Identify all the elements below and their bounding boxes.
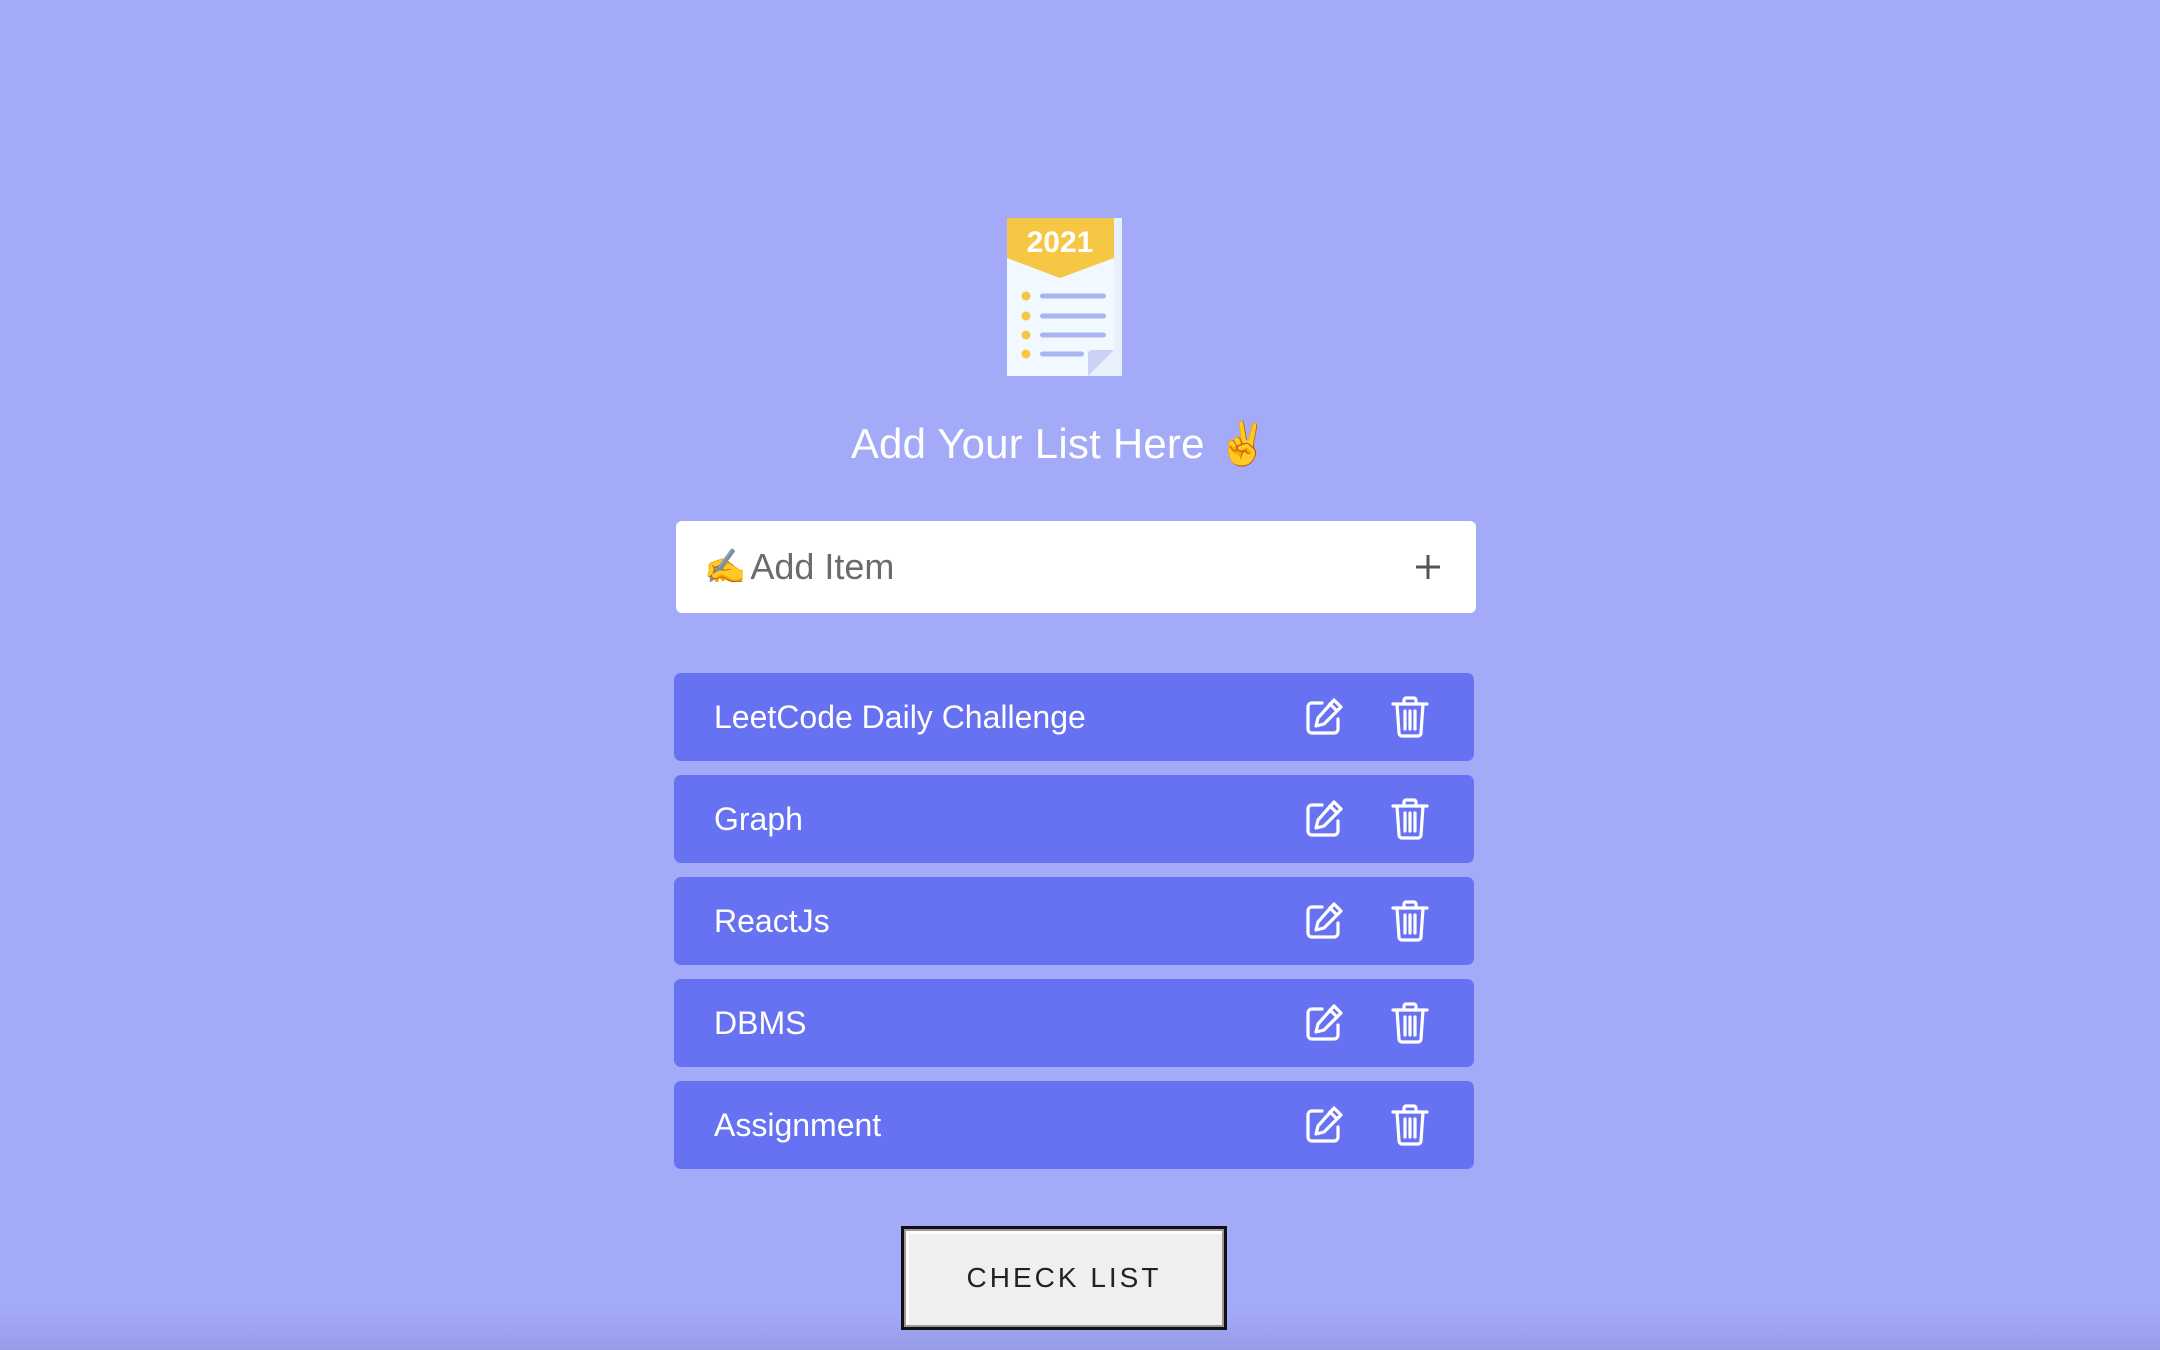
edit-icon	[1306, 902, 1343, 939]
list-item: LeetCode Daily Challenge	[674, 673, 1474, 761]
list-item-label: LeetCode Daily Challenge	[714, 698, 1086, 735]
edit-button[interactable]	[1296, 995, 1352, 1051]
plus-icon	[1416, 555, 1440, 579]
list-item: DBMS	[674, 979, 1474, 1067]
trash-icon	[1391, 900, 1429, 942]
edit-icon	[1306, 1106, 1343, 1143]
list-item-label: Assignment	[714, 1106, 882, 1143]
list-item: ReactJs	[674, 877, 1474, 965]
add-item-input[interactable]	[750, 546, 1398, 588]
checklist-logo: 2021	[1000, 216, 1126, 380]
edit-icon	[1306, 800, 1343, 837]
victory-hand-icon: ✌️	[1216, 420, 1270, 467]
delete-button[interactable]	[1382, 1097, 1438, 1153]
add-item-box: ✍️	[676, 521, 1476, 613]
list-item-label: ReactJs	[714, 902, 830, 939]
edit-button[interactable]	[1296, 689, 1352, 745]
delete-button[interactable]	[1382, 791, 1438, 847]
trash-icon	[1391, 1002, 1429, 1044]
list-item-label: DBMS	[714, 1004, 807, 1041]
list-item-label: Graph	[714, 800, 803, 837]
list-item: Assignment	[674, 1081, 1474, 1169]
delete-button[interactable]	[1382, 995, 1438, 1051]
todo-list: LeetCode Daily Challenge Graph ReactJs D…	[674, 673, 1474, 1183]
trash-icon	[1391, 1104, 1429, 1146]
page-heading: Add Your List Here ✌️	[0, 420, 2120, 469]
add-item-button[interactable]	[1398, 537, 1458, 597]
list-item: Graph	[674, 775, 1474, 863]
delete-button[interactable]	[1382, 893, 1438, 949]
edit-button[interactable]	[1296, 893, 1352, 949]
check-list-button[interactable]: CHECK LIST	[901, 1226, 1227, 1330]
logo-year: 2021	[1027, 226, 1094, 259]
checklist-document-icon: 2021	[1007, 218, 1122, 376]
edit-icon	[1306, 1004, 1343, 1041]
trash-icon	[1391, 696, 1429, 738]
trash-icon	[1391, 798, 1429, 840]
heading-text: Add Your List Here	[850, 420, 1205, 467]
edit-button[interactable]	[1296, 791, 1352, 847]
edit-button[interactable]	[1296, 1097, 1352, 1153]
writing-hand-icon: ✍️	[704, 548, 747, 586]
delete-button[interactable]	[1382, 689, 1438, 745]
edit-icon	[1306, 698, 1343, 735]
